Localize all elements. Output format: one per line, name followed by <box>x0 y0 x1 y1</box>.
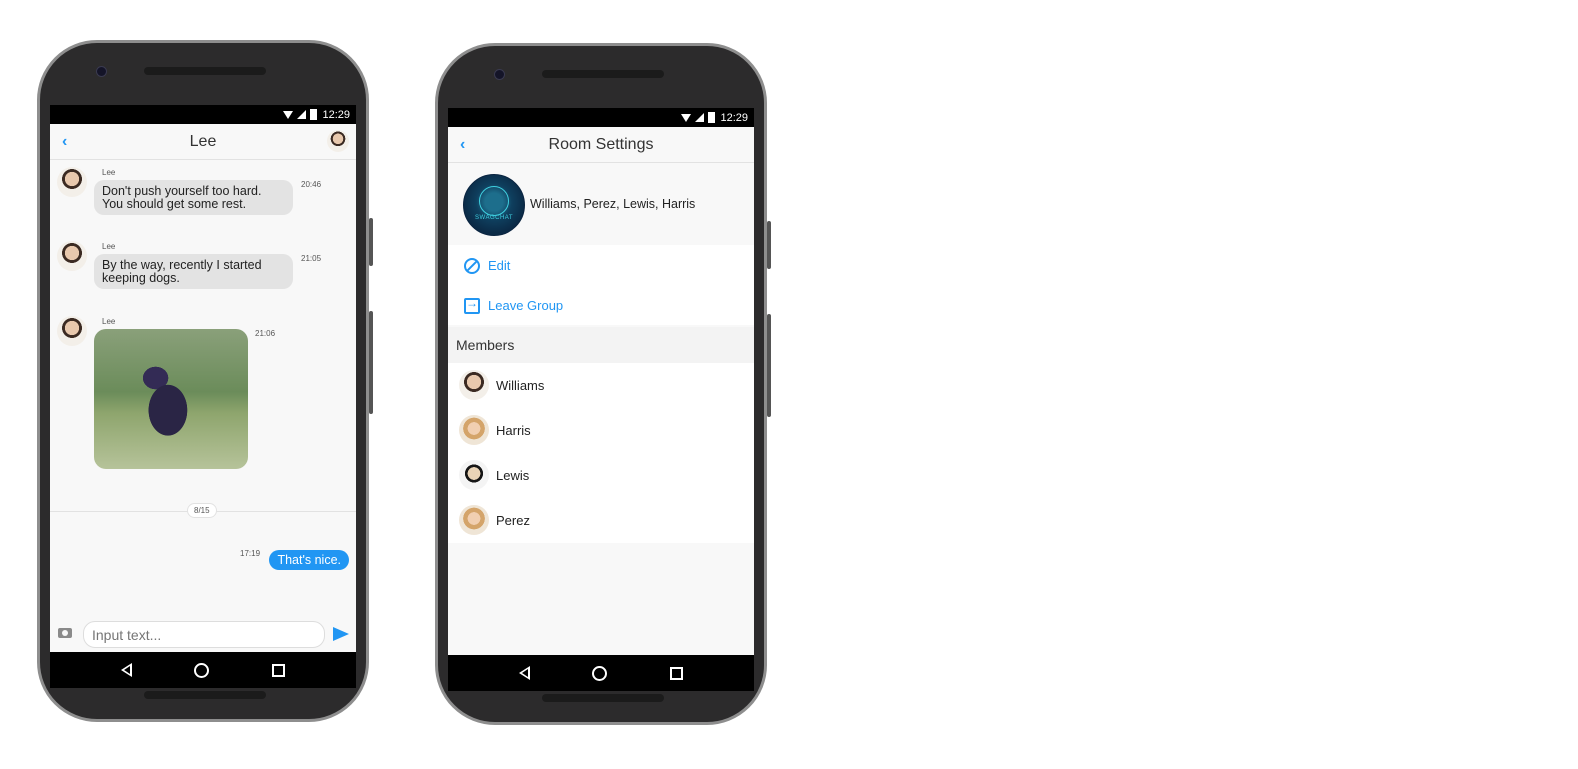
nav-home-icon[interactable] <box>592 665 608 681</box>
avatar <box>459 460 489 490</box>
swagchat-logo-icon <box>479 186 509 216</box>
member-row-harris[interactable]: Harris <box>448 408 754 452</box>
wifi-icon <box>681 113 692 122</box>
front-camera <box>96 66 107 77</box>
member-name: Perez <box>496 513 530 528</box>
message-time: 17:19 <box>240 549 261 558</box>
wifi-icon <box>283 110 294 119</box>
avatar[interactable] <box>57 316 87 346</box>
leave-group-label: Leave Group <box>488 298 564 313</box>
chat-header: ‹ Lee <box>50 124 356 160</box>
avatar[interactable] <box>57 241 87 271</box>
edit-button[interactable]: Edit <box>448 245 754 285</box>
message-input[interactable] <box>83 621 325 648</box>
leave-group-button[interactable]: Leave Group <box>448 285 754 325</box>
group-avatar-text: SWAGCHAT <box>475 215 513 221</box>
member-name: Harris <box>496 423 531 438</box>
member-row-perez[interactable]: Perez <box>448 498 754 542</box>
message-input-bar <box>50 616 356 652</box>
member-row-lewis[interactable]: Lewis <box>448 453 754 497</box>
message-text: You should get some rest. <box>102 197 247 211</box>
message-bubble: Don't push yourself too hard. You should… <box>94 180 293 215</box>
message-sender: Lee <box>102 317 116 326</box>
avatar <box>459 505 489 535</box>
avatar[interactable] <box>57 167 87 197</box>
settings-screen: 12:29 ‹ Room Settings SWAGCHAT Williams,… <box>448 108 754 655</box>
message-time: 20:46 <box>301 180 322 189</box>
status-bar: 12:29 <box>448 108 754 127</box>
signal-icon <box>695 113 705 122</box>
android-nav-bar <box>448 655 754 691</box>
my-message-bubble: That's nice. <box>269 550 349 570</box>
bottom-speaker <box>144 691 266 699</box>
signal-icon <box>297 110 307 119</box>
date-divider: 8/15 <box>187 503 217 518</box>
power-button <box>369 311 373 414</box>
earpiece-speaker <box>144 67 266 75</box>
nav-recents-icon[interactable] <box>669 666 683 680</box>
members-title: Members <box>456 337 515 353</box>
back-icon[interactable]: ‹ <box>62 133 67 151</box>
member-name: Williams <box>496 378 545 393</box>
group-avatar[interactable]: SWAGCHAT <box>463 174 525 236</box>
message-time: 21:05 <box>301 254 322 263</box>
nav-back-icon[interactable] <box>121 663 133 677</box>
chat-title: Lee <box>189 132 217 150</box>
message-text: keeping dogs. <box>102 271 180 285</box>
send-icon[interactable] <box>333 627 349 641</box>
avatar <box>459 370 489 400</box>
battery-icon <box>708 112 716 123</box>
members-list: Williams Harris Lewis Perez <box>448 363 754 543</box>
android-nav-bar <box>50 652 356 688</box>
status-time: 12:29 <box>322 108 350 121</box>
phone-chat: 12:29 ‹ Lee Lee Don't push yourself too … <box>37 40 373 722</box>
phone-settings: 12:29 ‹ Room Settings SWAGCHAT Williams,… <box>435 43 771 725</box>
front-camera <box>494 69 505 80</box>
contact-avatar[interactable] <box>327 130 349 152</box>
earpiece-speaker <box>542 70 664 78</box>
group-member-names: Williams, Perez, Lewis, Harris <box>530 197 696 211</box>
member-name: Lewis <box>496 468 530 483</box>
bottom-speaker <box>542 694 664 702</box>
dog-photo[interactable] <box>94 329 248 469</box>
back-icon[interactable]: ‹ <box>460 136 465 154</box>
member-row-williams[interactable]: Williams <box>448 363 754 407</box>
status-bar: 12:29 <box>50 105 356 124</box>
nav-home-icon[interactable] <box>194 662 210 678</box>
chat-screen: 12:29 ‹ Lee Lee Don't push yourself too … <box>50 105 356 652</box>
nav-back-icon[interactable] <box>519 666 531 680</box>
message-sender: Lee <box>102 242 116 251</box>
power-button <box>767 314 771 417</box>
status-time: 12:29 <box>720 111 748 124</box>
edit-label: Edit <box>488 258 511 273</box>
message-sender: Lee <box>102 168 116 177</box>
settings-header: ‹ Room Settings <box>448 127 754 163</box>
settings-title: Room Settings <box>548 135 654 153</box>
message-bubble: By the way, recently I started keeping d… <box>94 254 293 289</box>
camera-icon[interactable] <box>58 628 72 638</box>
exit-icon <box>464 296 480 314</box>
battery-icon <box>310 109 318 120</box>
nav-recents-icon[interactable] <box>271 663 285 677</box>
avatar <box>459 415 489 445</box>
prohibit-icon <box>464 258 480 274</box>
message-time: 21:06 <box>255 329 276 338</box>
volume-button <box>369 218 373 266</box>
members-section-header: Members <box>448 327 754 363</box>
volume-button <box>767 221 771 269</box>
group-info: SWAGCHAT Williams, Perez, Lewis, Harris <box>448 165 754 245</box>
